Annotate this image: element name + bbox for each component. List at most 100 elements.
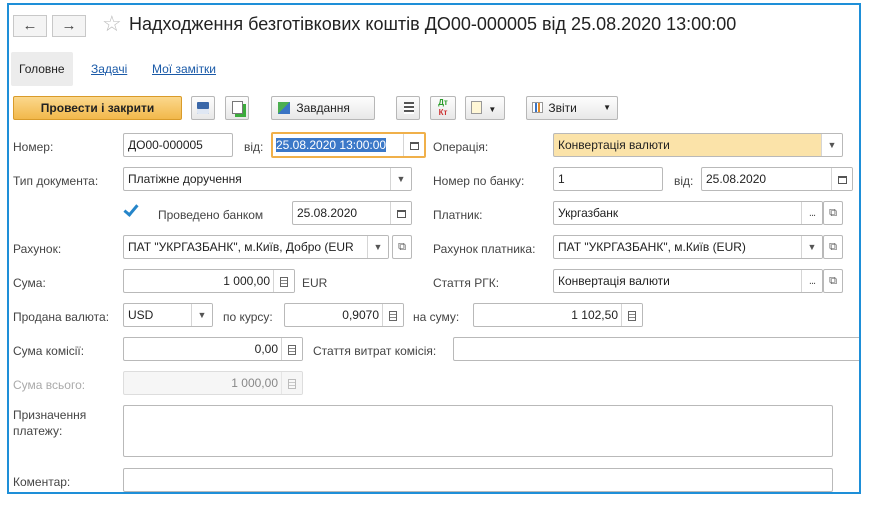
post-and-close-button[interactable]: Провести і закрити: [13, 96, 182, 120]
save-button[interactable]: [191, 96, 215, 120]
calendar-button[interactable]: [403, 134, 424, 156]
calendar-icon: [837, 175, 847, 184]
calculator-icon: [288, 344, 296, 355]
bank-number-field[interactable]: 1: [553, 167, 663, 191]
payer-account-label: Рахунок платника:: [433, 242, 536, 256]
tasks-button[interactable]: Завдання: [271, 96, 375, 120]
window-title: Надходження безготівкових коштів ДО00-00…: [129, 14, 737, 34]
date-field[interactable]: 25.08.2020 13:00:00: [271, 132, 426, 158]
bank-posted-label: Проведено банком: [158, 208, 264, 222]
rate-label: по курсу:: [223, 310, 273, 324]
number-field[interactable]: ДО00-000005: [123, 133, 233, 157]
date-from-label: від:: [244, 140, 264, 154]
bank-posted-date-field[interactable]: 25.08.2020: [292, 201, 412, 225]
purpose-textarea[interactable]: [123, 405, 833, 457]
commission-value: 0,00: [254, 342, 278, 356]
back-button[interactable]: ←: [13, 15, 47, 37]
chevron-down-icon[interactable]: ▼: [191, 304, 212, 326]
select-button[interactable]: ...: [801, 202, 822, 224]
open-payer-account-button[interactable]: ⧉: [823, 235, 843, 259]
rate-field[interactable]: 0,9070: [284, 303, 404, 327]
rgk-value: Конвертація валюти: [558, 274, 670, 288]
dropdown-arrow-icon: ▼: [488, 105, 497, 114]
bank-date-field[interactable]: 25.08.2020: [701, 167, 853, 191]
account-select[interactable]: ПАТ "УКРГАЗБАНК", м.Київ, Добро (EUR ▼: [123, 235, 389, 259]
open-link-icon: ⧉: [829, 275, 837, 287]
create-based-on-button[interactable]: ▼: [465, 96, 505, 120]
operation-select[interactable]: Конвертація валюти ▼: [553, 133, 843, 157]
doc-type-select[interactable]: Платіжне доручення ▼: [123, 167, 412, 191]
open-payer-button[interactable]: ⧉: [823, 201, 843, 225]
chevron-down-icon[interactable]: ▼: [367, 236, 388, 258]
commission-label: Сума комісії:: [13, 344, 85, 358]
account-value: ПАТ "УКРГАЗБАНК", м.Київ, Добро (EUR: [128, 240, 354, 254]
bank-posted-checkbox[interactable]: [123, 201, 139, 218]
arrow-right-icon: →: [61, 17, 77, 34]
operation-value: Конвертація валюти: [558, 138, 670, 152]
calculator-button[interactable]: [281, 338, 302, 360]
dt-label: Дт: [438, 98, 448, 107]
comment-field[interactable]: [123, 468, 833, 492]
open-rgk-button[interactable]: ⧉: [823, 269, 843, 293]
calculator-icon: [389, 310, 397, 321]
commission-article-field[interactable]: [453, 337, 859, 361]
total-field: 1 000,00: [123, 371, 303, 395]
tab-tasks[interactable]: Задачі: [83, 52, 135, 86]
chevron-down-icon[interactable]: ▼: [390, 168, 411, 190]
for-sum-label: на суму:: [413, 310, 460, 324]
calendar-icon: [409, 141, 419, 150]
calendar-icon: [396, 209, 406, 218]
open-link-icon: ⧉: [398, 241, 406, 253]
for-sum-field[interactable]: 1 102,50: [473, 303, 643, 327]
calculator-button[interactable]: [621, 304, 642, 326]
bank-number-label: Номер по банку:: [433, 174, 525, 188]
bank-date-value: 25.08.2020: [706, 172, 767, 186]
open-link-icon: ⧉: [829, 241, 837, 253]
calculator-icon: [281, 372, 302, 394]
date-value: 25.08.2020 13:00:00: [276, 138, 387, 152]
sum-currency: EUR: [302, 276, 328, 290]
chevron-down-icon[interactable]: ▼: [821, 134, 842, 156]
post-button[interactable]: [225, 96, 249, 120]
open-link-icon: ⧉: [829, 207, 837, 219]
dt-kt-button[interactable]: Дт Кт: [430, 96, 456, 120]
bank-date-from-label: від:: [674, 174, 694, 188]
payer-label: Платник:: [433, 208, 483, 222]
payer-account-select[interactable]: ПАТ "УКРГАЗБАНК", м.Київ (EUR) ▼: [553, 235, 823, 259]
purpose-label-line-2: платежу:: [13, 424, 63, 438]
forward-button[interactable]: →: [52, 15, 86, 37]
commission-field[interactable]: 0,00: [123, 337, 303, 361]
calculator-button[interactable]: [273, 270, 294, 292]
chevron-down-icon[interactable]: ▼: [801, 236, 822, 258]
document-window: ← → ☆ Надходження безготівкових коштів Д…: [7, 3, 861, 494]
favorite-star-icon[interactable]: ☆: [102, 11, 122, 37]
purpose-label-line-1: Призначення: [13, 408, 87, 422]
open-account-button[interactable]: ⧉: [392, 235, 412, 259]
dropdown-arrow-icon: ▼: [603, 103, 611, 112]
sum-label: Сума:: [13, 276, 46, 290]
total-value: 1 000,00: [231, 376, 278, 390]
sum-field[interactable]: 1 000,00: [123, 269, 295, 293]
calendar-button[interactable]: [390, 202, 411, 224]
rate-value: 0,9070: [342, 308, 379, 322]
payer-account-value: ПАТ "УКРГАЗБАНК", м.Київ (EUR): [558, 240, 746, 254]
doc-type-value: Платіжне доручення: [128, 172, 242, 186]
tasks-icon: [278, 101, 290, 114]
total-label: Сума всього:: [13, 378, 86, 392]
tab-main[interactable]: Головне: [11, 52, 73, 86]
tab-my-notes[interactable]: Мої замітки: [144, 52, 224, 86]
number-label: Номер:: [13, 140, 54, 154]
calendar-button[interactable]: [831, 168, 852, 190]
rgk-field[interactable]: Конвертація валюти ...: [553, 269, 823, 293]
calculator-button[interactable]: [382, 304, 403, 326]
kt-label: Кт: [438, 108, 448, 117]
payer-field[interactable]: Укргазбанк ...: [553, 201, 823, 225]
sold-currency-value: USD: [128, 308, 154, 322]
list-icon: [404, 101, 414, 114]
sold-currency-select[interactable]: USD ▼: [123, 303, 213, 327]
select-button[interactable]: ...: [801, 270, 822, 292]
calculator-icon: [280, 276, 288, 287]
reports-button[interactable]: Звіти ▼: [526, 96, 618, 120]
list-button[interactable]: [396, 96, 420, 120]
sold-currency-label: Продана валюта:: [13, 310, 110, 324]
